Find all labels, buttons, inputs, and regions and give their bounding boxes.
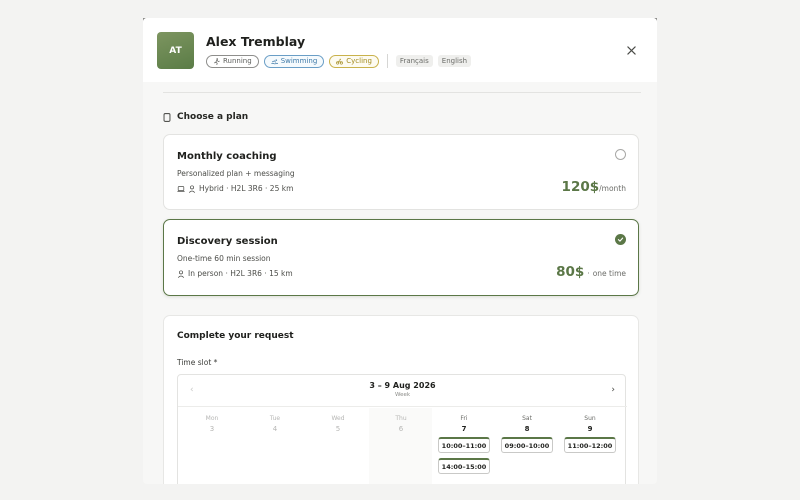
coach-name: Alex Tremblay — [206, 34, 306, 49]
plan-price: 120$ /month — [562, 179, 626, 195]
plan-meta: In person · H2L 3R6 · 15 km — [177, 269, 293, 278]
price-unit: one time — [592, 269, 626, 278]
plan-description: One-time 60 min session — [177, 254, 271, 263]
time-slot-label: Time slot * — [177, 358, 218, 367]
day-name: Wed — [331, 415, 345, 422]
check-icon — [617, 237, 624, 242]
day-name: Sun — [584, 415, 596, 422]
day-number: 3 — [209, 425, 215, 433]
day-name: Mon — [205, 415, 219, 422]
day-name: Tue — [269, 415, 281, 422]
tag-swimming: Swimming — [263, 54, 325, 68]
day-name: Fri — [460, 415, 468, 422]
tag-label: Swimming — [280, 57, 318, 65]
request-form: Complete your request Time slot * ‹ 3 – … — [163, 315, 639, 484]
price-separator: · — [587, 269, 590, 278]
day-number: 9 — [587, 425, 593, 433]
tag-running: Running — [206, 54, 259, 68]
plan-price: 80$ · one time — [556, 264, 626, 280]
day-name: Sat — [522, 415, 532, 422]
time-slot-fri-2[interactable]: 14:00–15:00 — [438, 458, 490, 474]
plan-title: Discovery session — [177, 236, 278, 247]
plans-section-title: Choose a plan — [163, 112, 248, 122]
document-icon — [163, 112, 171, 122]
avatar: AT — [157, 32, 194, 69]
language-english: English — [437, 55, 472, 67]
sport-tags: Running Swimming Cycling Français Englis… — [206, 54, 476, 68]
plan-meta-text: In person · H2L 3R6 · 15 km — [188, 269, 293, 278]
plan-meta-text: Hybrid · H2L 3R6 · 25 km — [199, 184, 294, 193]
person-icon — [177, 269, 185, 278]
day-column-sat: Sat 8 — [497, 415, 557, 433]
tag-label: Running — [223, 57, 252, 65]
request-title: Complete your request — [177, 331, 294, 341]
cycling-icon — [336, 58, 344, 64]
day-number: 6 — [398, 425, 404, 433]
week-range: 3 – 9 Aug 2026 — [369, 381, 436, 390]
person-icon — [188, 184, 196, 193]
plan-meta: Hybrid · H2L 3R6 · 25 km — [177, 184, 293, 193]
plan-description: Personalized plan + messaging — [177, 169, 295, 178]
day-name: Thu — [395, 415, 407, 422]
day-column-sun: Sun 9 — [560, 415, 620, 433]
calendar-header: ‹ 3 – 9 Aug 2026 Week › — [178, 375, 627, 407]
tag-label: Cycling — [346, 57, 372, 65]
day-column-tue: Tue 4 — [245, 415, 305, 433]
modal-header: AT Alex Tremblay Running Swimming Cyclin… — [143, 18, 657, 82]
plan-card-monthly-coaching[interactable]: Monthly coaching Personalized plan + mes… — [163, 134, 639, 210]
calendar-view-label: Week — [394, 392, 411, 398]
day-number: 7 — [461, 425, 467, 433]
close-button[interactable] — [623, 42, 639, 58]
price-amount: 80$ — [556, 264, 585, 280]
close-icon — [626, 45, 636, 55]
day-column-wed: Wed 5 — [308, 415, 368, 433]
day-column-mon: Mon 3 — [182, 415, 242, 433]
next-week-button[interactable]: › — [611, 385, 615, 395]
tags-divider — [386, 54, 388, 68]
tag-cycling: Cycling — [329, 54, 379, 68]
plan-card-discovery-session[interactable]: Discovery session One-time 60 min sessio… — [163, 219, 639, 296]
coach-booking-modal: AT Alex Tremblay Running Swimming Cyclin… — [143, 18, 657, 484]
price-unit: /month — [599, 184, 626, 193]
day-number: 5 — [335, 425, 341, 433]
section-title-label: Choose a plan — [177, 112, 249, 122]
plan-radio-checked[interactable] — [615, 234, 626, 245]
running-icon — [214, 57, 220, 65]
day-number: 8 — [524, 425, 530, 433]
time-slot-sat-1[interactable]: 09:00–10:00 — [501, 437, 553, 453]
swimming-icon — [271, 58, 278, 64]
day-column-thu: Thu 6 — [371, 415, 431, 433]
plan-title: Monthly coaching — [177, 151, 277, 162]
time-slot-sun-1[interactable]: 11:00–12:00 — [564, 437, 616, 453]
price-amount: 120$ — [561, 179, 600, 195]
time-slot-fri-1[interactable]: 10:00–11:00 — [438, 437, 490, 453]
week-calendar: ‹ 3 – 9 Aug 2026 Week › Mon 3 Tue 4 Wed … — [177, 374, 627, 484]
plan-radio[interactable] — [615, 149, 626, 160]
language-french: Français — [395, 55, 433, 67]
day-column-fri: Fri 7 — [434, 415, 494, 433]
header-separator — [163, 92, 641, 93]
day-number: 4 — [272, 425, 278, 433]
laptop-icon — [177, 185, 185, 192]
